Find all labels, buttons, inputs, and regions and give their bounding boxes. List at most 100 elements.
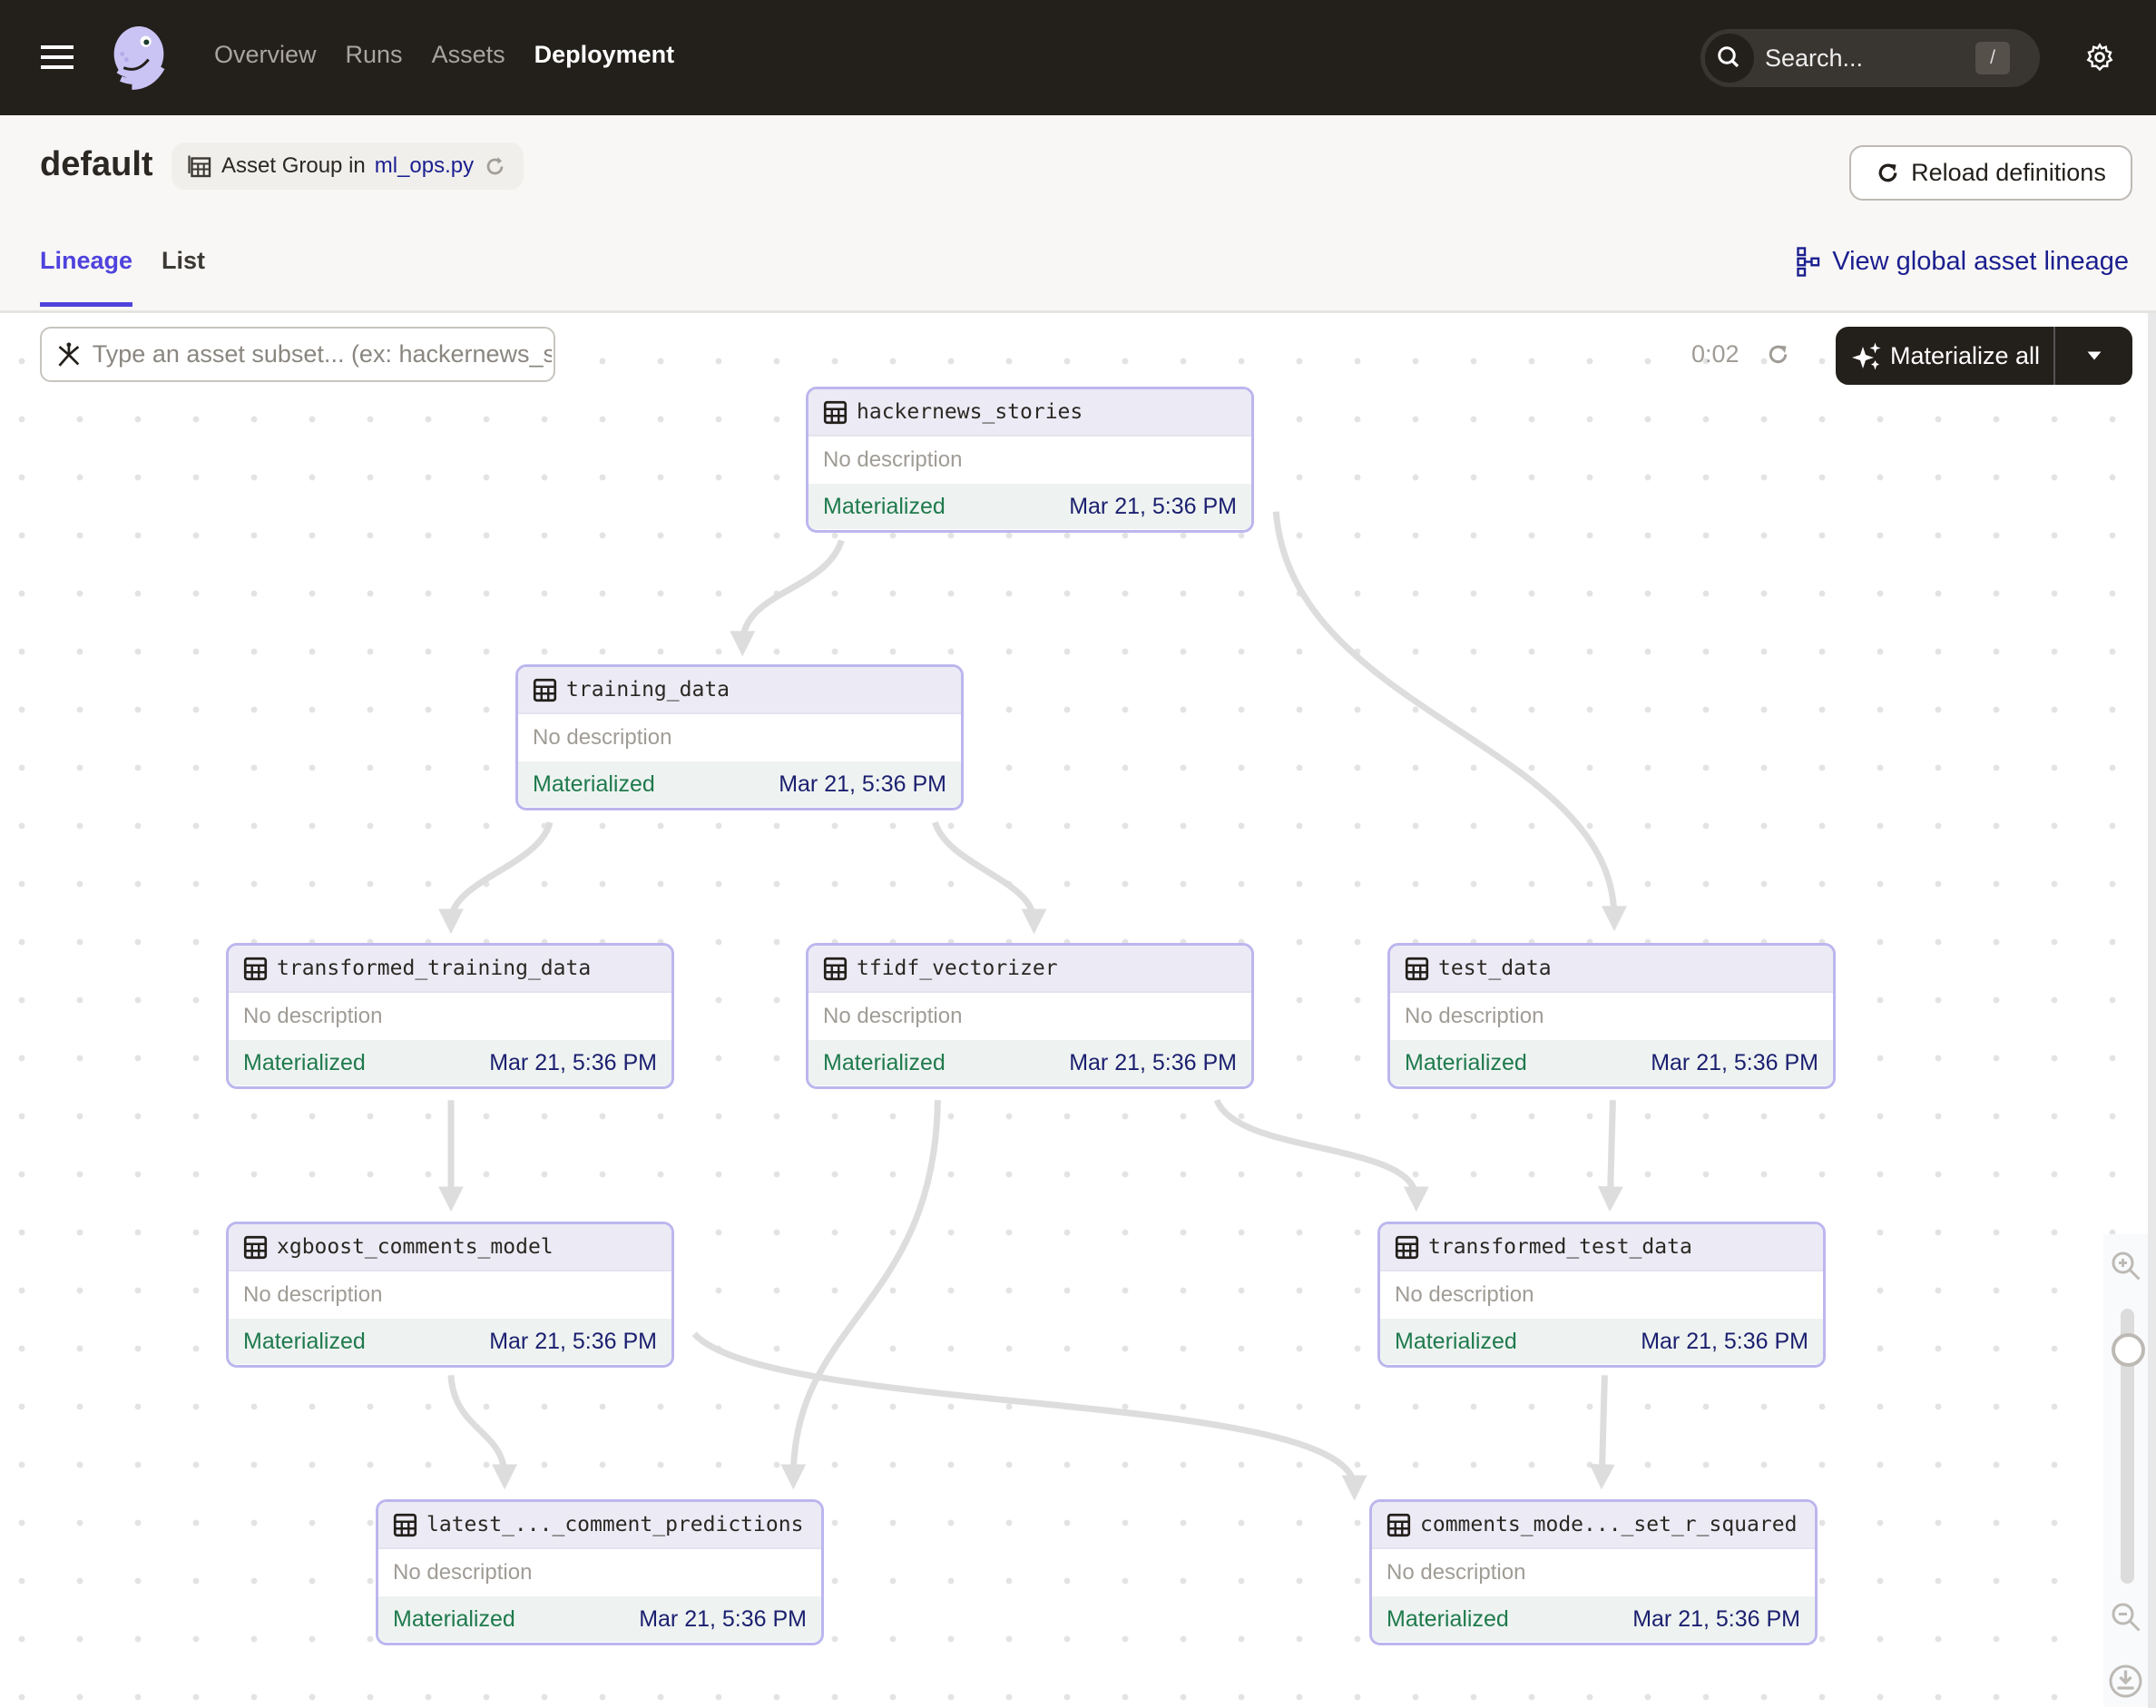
- asset-status-row: Materialized Mar 21, 5:36 PM: [378, 1596, 821, 1642]
- materialized-timestamp[interactable]: Mar 21, 5:36 PM: [639, 1606, 807, 1633]
- asset-description: No description: [533, 725, 672, 750]
- asset-node[interactable]: comments_mode..._set_r_squared No descri…: [1369, 1499, 1818, 1645]
- asset-node-header: xgboost_comments_model: [229, 1224, 671, 1271]
- asset-status-row: Materialized Mar 21, 5:36 PM: [1372, 1596, 1815, 1642]
- asset-node[interactable]: tfidf_vectorizer No description Material…: [806, 943, 1254, 1089]
- materialized-timestamp[interactable]: Mar 21, 5:36 PM: [1641, 1329, 1808, 1355]
- code-location-link[interactable]: ml_ops.py: [375, 153, 474, 179]
- zoom-in-icon[interactable]: [2108, 1248, 2143, 1283]
- asset-status-row: Materialized Mar 21, 5:36 PM: [229, 1040, 671, 1085]
- materialized-timestamp[interactable]: Mar 21, 5:36 PM: [1651, 1050, 1818, 1076]
- asset-selection-field[interactable]: [90, 339, 554, 369]
- asset-node[interactable]: hackernews_stories No description Materi…: [806, 387, 1254, 533]
- asset-node[interactable]: training_data No description Materialize…: [515, 664, 964, 810]
- asset-name[interactable]: latest_..._comment_predictions: [426, 1513, 803, 1536]
- table-icon: [1387, 1513, 1411, 1537]
- nav-runs[interactable]: Runs: [346, 41, 403, 69]
- asset-name[interactable]: tfidf_vectorizer: [857, 957, 1058, 980]
- status-badge: Materialized: [1387, 1605, 1509, 1632]
- asset-name[interactable]: comments_mode..._set_r_squared: [1420, 1513, 1797, 1536]
- status-badge: Materialized: [393, 1605, 515, 1632]
- global-lineage-label: View global asset lineage: [1832, 247, 2129, 276]
- table-icon: [533, 678, 557, 702]
- refresh-icon[interactable]: [1766, 342, 1790, 367]
- asset-node[interactable]: xgboost_comments_model No description Ma…: [226, 1222, 674, 1368]
- menu-icon[interactable]: [41, 45, 74, 70]
- lineage-icon: [1797, 247, 1820, 277]
- asset-description: No description: [823, 447, 963, 472]
- asset-description: No description: [393, 1560, 533, 1585]
- materialized-timestamp[interactable]: Mar 21, 5:36 PM: [489, 1329, 657, 1355]
- asset-description: No description: [243, 1004, 383, 1028]
- asset-name[interactable]: transformed_training_data: [277, 957, 591, 980]
- tab-lineage[interactable]: Lineage: [40, 247, 133, 307]
- search-input[interactable]: Search... /: [1700, 29, 2040, 87]
- sparkle-icon: [1852, 342, 1881, 369]
- asset-node-header: transformed_training_data: [229, 946, 671, 993]
- app: Overview Runs Assets Deployment Search..…: [0, 0, 2156, 1708]
- dagster-logo[interactable]: [104, 24, 173, 93]
- gear-icon[interactable]: [2083, 41, 2116, 74]
- materialize-options-dropdown[interactable]: [2055, 327, 2132, 385]
- zoom-out-icon[interactable]: [2108, 1599, 2143, 1634]
- materialized-timestamp[interactable]: Mar 21, 5:36 PM: [489, 1050, 657, 1076]
- asset-description: No description: [1387, 1560, 1526, 1585]
- asset-node-header: transformed_test_data: [1380, 1224, 1823, 1271]
- asset-status-row: Materialized Mar 21, 5:36 PM: [518, 761, 961, 807]
- asset-status-row: Materialized Mar 21, 5:36 PM: [808, 1040, 1251, 1085]
- refresh-timer: 0:02: [1691, 340, 1740, 368]
- asset-node-header: test_data: [1390, 946, 1833, 993]
- materialized-timestamp[interactable]: Mar 21, 5:36 PM: [1069, 1050, 1237, 1076]
- refresh-icon[interactable]: [483, 154, 507, 179]
- asset-status-row: Materialized Mar 21, 5:36 PM: [1390, 1040, 1833, 1085]
- refresh-icon: [1878, 163, 1897, 182]
- chip-prefix: Asset Group in: [221, 153, 366, 178]
- asset-description: No description: [823, 1004, 963, 1028]
- reload-definitions-button[interactable]: Reload definitions: [1849, 145, 2132, 201]
- asset-status-row: Materialized Mar 21, 5:36 PM: [229, 1319, 671, 1364]
- main-nav: Overview Runs Assets Deployment: [214, 41, 674, 69]
- materialize-all-button[interactable]: Materialize all: [1836, 327, 2055, 385]
- canvas-scrollbar[interactable]: [2148, 313, 2156, 1708]
- reload-label: Reload definitions: [1911, 159, 2106, 186]
- asset-description: No description: [1395, 1282, 1534, 1307]
- asset-node[interactable]: transformed_test_data No description Mat…: [1377, 1222, 1826, 1368]
- zoom-slider-handle[interactable]: [2112, 1333, 2145, 1367]
- materialized-timestamp[interactable]: Mar 21, 5:36 PM: [779, 771, 946, 798]
- asset-node-header: hackernews_stories: [808, 389, 1251, 437]
- zoom-controls: [2103, 1234, 2148, 1707]
- asset-status-row: Materialized Mar 21, 5:36 PM: [1380, 1319, 1823, 1364]
- nav-overview[interactable]: Overview: [214, 41, 317, 69]
- asset-name[interactable]: transformed_test_data: [1428, 1235, 1692, 1259]
- asset-selection-input[interactable]: [40, 327, 555, 382]
- asset-node[interactable]: transformed_training_data No description…: [226, 943, 674, 1089]
- nav-assets[interactable]: Assets: [432, 41, 505, 69]
- top-nav-bar: Overview Runs Assets Deployment Search..…: [0, 0, 2156, 115]
- status-badge: Materialized: [1395, 1328, 1517, 1354]
- asset-node-header: training_data: [518, 667, 961, 714]
- table-icon: [243, 1235, 268, 1260]
- asset-node[interactable]: latest_..._comment_predictions No descri…: [376, 1499, 824, 1645]
- materialized-timestamp[interactable]: Mar 21, 5:36 PM: [1069, 494, 1237, 520]
- table-icon: [243, 957, 268, 981]
- nav-deployment[interactable]: Deployment: [534, 41, 675, 69]
- asset-node-header: latest_..._comment_predictions: [378, 1502, 821, 1549]
- status-badge: Materialized: [823, 493, 946, 519]
- asset-name[interactable]: test_data: [1438, 957, 1552, 980]
- table-icon: [393, 1513, 417, 1537]
- table-icon: [1395, 1235, 1419, 1260]
- view-global-lineage-link[interactable]: View global asset lineage: [1797, 247, 2129, 277]
- asset-node-header: comments_mode..._set_r_squared: [1372, 1502, 1815, 1549]
- asset-name[interactable]: training_data: [566, 678, 730, 702]
- materialized-timestamp[interactable]: Mar 21, 5:36 PM: [1632, 1606, 1800, 1633]
- asset-name[interactable]: xgboost_comments_model: [277, 1235, 554, 1259]
- table-icon: [188, 155, 211, 177]
- tab-list[interactable]: List: [162, 247, 205, 307]
- asset-selection-icon: [58, 341, 80, 367]
- search-shortcut-badge: /: [1975, 42, 2010, 74]
- table-icon: [1405, 957, 1429, 981]
- search-placeholder: Search...: [1765, 44, 1864, 72]
- asset-name[interactable]: hackernews_stories: [857, 400, 1083, 424]
- asset-node[interactable]: test_data No description Materialized Mar…: [1387, 943, 1836, 1089]
- download-icon[interactable]: [2108, 1664, 2143, 1699]
